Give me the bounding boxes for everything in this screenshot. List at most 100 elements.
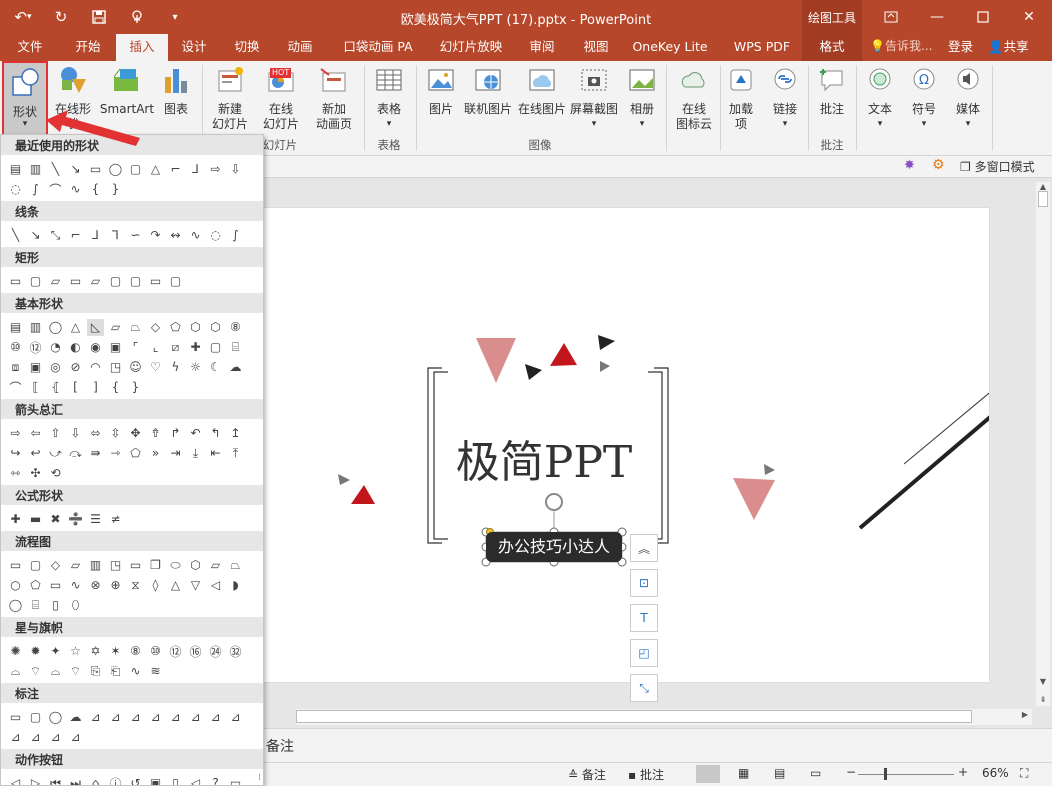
lightning-bolt-icon[interactable]: ϟ [167,359,184,376]
double-brace-icon[interactable]: ⦃ [47,379,64,396]
textbox-icon[interactable]: ▤ [7,161,24,178]
left-arrow-callout-icon[interactable]: ⇤ [207,445,224,462]
pentagon-arrow-icon[interactable]: ⬠ [127,445,144,462]
tell-me-box[interactable]: 💡告诉我... [870,34,932,61]
fit-slide-icon[interactable]: ⛶ [1020,766,1028,781]
flowchart-or-icon[interactable]: ⊕ [107,577,124,594]
vertical-textbox-icon[interactable]: ▥ [27,319,44,336]
quad-arrow-icon[interactable]: ✥ [127,425,144,442]
flowchart-summing-junction-icon[interactable]: ⊗ [87,577,104,594]
left-right-up-arrow-icon[interactable]: ⇮ [147,425,164,442]
flowchart-data-icon[interactable]: ▱ [67,557,84,574]
textbox-icon[interactable]: ▤ [7,319,24,336]
left-up-arrow-icon[interactable]: ↰ [207,425,224,442]
arrange-icon[interactable]: ◰ [630,639,658,667]
action-information-icon[interactable]: ⓘ [107,775,124,786]
horizontal-scrollbar[interactable]: ▶ [296,709,1032,725]
h-scroll-thumb[interactable] [296,710,972,723]
star-8-icon[interactable]: ⑧ [127,643,144,660]
heptagon-icon[interactable]: ⬡ [207,319,224,336]
up-arrow-icon[interactable]: ⇧ [47,425,64,442]
thick-diagonal-line[interactable] [858,378,989,530]
text-button[interactable]: 文本 ▾ [862,65,898,132]
curved-left-arrow-icon[interactable]: ↩ [27,445,44,462]
explosion-2-icon[interactable]: ✹ [27,643,44,660]
line-icon[interactable]: ╲ [7,227,24,244]
ribbon-up-icon[interactable]: ⌓ [7,663,24,680]
notes-pane[interactable]: 备注 [264,728,1052,762]
notes-toggle[interactable]: ≙ 备注 [568,766,606,783]
block-arc-icon[interactable]: ◠ [87,359,104,376]
black-triangle[interactable] [525,364,542,380]
bent-arrow-icon[interactable]: ↱ [167,425,184,442]
text-box-icon[interactable]: T [630,604,658,632]
cube-icon[interactable]: ⧈ [7,359,24,376]
line-callout-border-1-icon[interactable]: ⊿ [207,709,224,726]
comment-button[interactable]: 批注 [812,65,852,117]
line-callout-3-icon[interactable]: ⊿ [127,709,144,726]
flowchart-alternate-process-icon[interactable]: ▢ [27,557,44,574]
oval-icon[interactable]: ◯ [47,319,64,336]
tab-animations[interactable]: 动画 [276,34,324,61]
curved-connector-icon[interactable]: ∽ [127,227,144,244]
left-brace-icon[interactable]: { [87,181,104,198]
u-turn-arrow-icon[interactable]: ↶ [187,425,204,442]
action-return-icon[interactable]: ↺ [127,775,144,785]
snip-corner-rectangle-icon[interactable]: ▱ [47,273,64,290]
right-bracket-icon[interactable]: ] [87,379,104,396]
line-callout-no-border-2-icon[interactable]: ⊿ [47,729,64,746]
normal-view-icon[interactable] [696,765,720,783]
dodecagon-icon[interactable]: ⑫ [27,339,44,356]
star-12-icon[interactable]: ⑫ [167,643,184,660]
flowchart-collate-icon[interactable]: ⧖ [127,577,144,594]
action-document-icon[interactable]: ▯ [167,775,184,785]
chevron-up-icon[interactable]: ︽ [630,534,658,562]
cloud-icon[interactable]: ☁ [227,359,244,376]
multi-window-button[interactable]: ❐ 多窗口模式 [960,158,1035,175]
curved-right-arrow-icon[interactable]: ↪ [7,445,24,462]
flowchart-document-icon[interactable]: ▭ [127,557,144,574]
sun-icon[interactable]: ☼ [187,359,204,376]
oval-callout-icon[interactable]: ◯ [47,709,64,726]
explosion-1-icon[interactable]: ✺ [7,643,24,660]
triangle-icon[interactable]: △ [67,319,84,336]
snip-round-rectangle-icon[interactable]: ▢ [107,273,124,290]
scroll-right-icon[interactable]: ▶ [1022,710,1028,719]
flowchart-direct-access-icon[interactable]: ▯ [47,597,64,614]
tab-slideshow[interactable]: 幻灯片放映 [434,34,508,61]
flowchart-stored-data-icon[interactable]: ◁ [207,577,224,594]
maximize-icon[interactable] [960,0,1006,34]
tab-wps-pdf[interactable]: WPS PDF [724,34,800,61]
flowchart-delay-icon[interactable]: ◗ [227,577,244,594]
left-brace-icon[interactable]: { [107,379,124,396]
tab-home[interactable]: 开始 [64,34,112,61]
tab-onekey-lite[interactable]: OneKey Lite [628,34,712,61]
right-arrow-callout-icon[interactable]: ⇥ [167,445,184,462]
tab-file[interactable]: 文件 [8,34,52,61]
slideshow-icon[interactable]: ▭ [810,766,821,780]
cross-icon[interactable]: ✚ [187,339,204,356]
chord-icon[interactable]: ◐ [67,339,84,356]
flowchart-punched-tape-icon[interactable]: ∿ [67,577,84,594]
thin-diagonal-line[interactable] [903,354,989,465]
star-10-icon[interactable]: ⑩ [147,643,164,660]
line-callout-no-border-3-icon[interactable]: ⊿ [67,729,84,746]
layout-options-icon[interactable]: ⊡ [630,569,658,597]
left-right-arrow-callout-icon[interactable]: ⇿ [7,465,24,482]
flowchart-decision-icon[interactable]: ◇ [47,557,64,574]
smiley-face-icon[interactable]: ☺ [127,359,144,376]
elbow-connector-icon[interactable]: ⌐ [67,227,84,244]
gray-triangle-left[interactable] [338,474,350,485]
action-end-icon[interactable]: ⏭ [67,775,84,786]
screenshot-button[interactable]: 屏幕截图 ▾ [568,65,620,132]
up-arrow-callout-icon[interactable]: ⤒ [227,445,244,462]
line-callout-no-border-1-icon[interactable]: ⊿ [27,729,44,746]
curved-ribbon-down-icon[interactable]: ⌔ [67,663,84,680]
can-icon[interactable]: ⌸ [227,339,244,356]
resize-grip-icon[interactable]: ⁞ [258,773,261,783]
zoom-slider[interactable] [858,774,954,775]
star-24-icon[interactable]: ㉔ [207,643,224,660]
flowchart-connector-icon[interactable]: ○ [7,577,24,594]
curved-ribbon-up-icon[interactable]: ⌓ [47,663,64,680]
line-callout-2-icon[interactable]: ⊿ [107,709,124,726]
